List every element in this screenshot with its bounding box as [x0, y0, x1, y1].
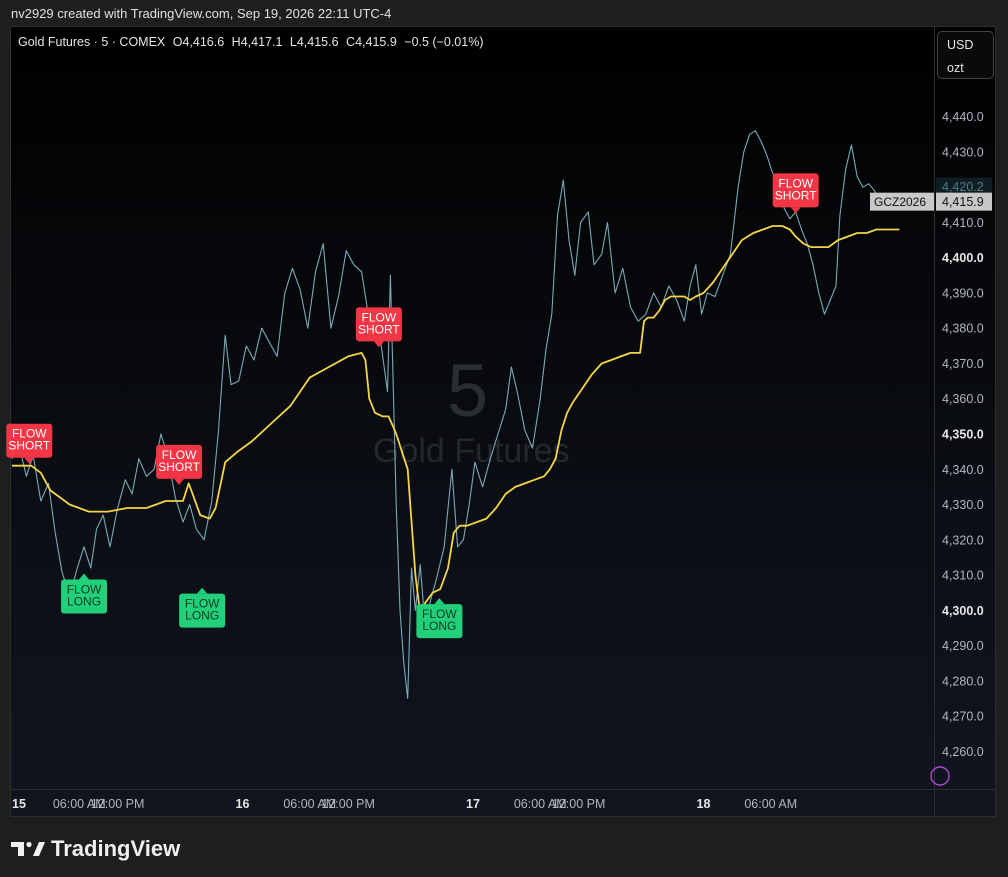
time-tick-label: 15 [12, 797, 26, 811]
flow-short-label[interactable]: FLOWSHORT [355, 307, 402, 348]
price-chart[interactable]: FLOWSHORT FLOWLONG FLOWSHORT FLOWLONG FLOWSH… [0, 0, 1008, 877]
price-axis-separator [11, 27, 995, 816]
price-tick-label: 4,380.0 [942, 322, 984, 336]
flow-short-label[interactable]: FLOWSHORT [6, 423, 53, 464]
time-tick-label: 16 [236, 797, 250, 811]
flow-short-label[interactable]: FLOWSHORT [156, 444, 203, 485]
flow-label-text: SHORT [158, 460, 200, 474]
price-tick-label: 4,440.0 [942, 110, 984, 124]
last-price-label: 4,415.9 [942, 195, 984, 209]
price-axis[interactable]: 4,440.0 4,430.0 4,410.0 4,400.0 4,390.0 4,380… [870, 110, 992, 786]
flow-label-pointer [373, 341, 384, 348]
flow-label-pointer [790, 207, 801, 214]
price-tick-label: 4,310.0 [942, 569, 984, 583]
price-tick-label: 4,290.0 [942, 639, 984, 653]
signal-annotations: FLOWSHORT FLOWLONG FLOWSHORT FLOWLONG FLOWSH… [6, 173, 819, 639]
tradingview-logo[interactable]: TradingView [11, 836, 180, 862]
price-tick-label: 4,350.0 [942, 428, 984, 442]
price-tick-label: 4,430.0 [942, 145, 984, 159]
brand-name: TradingView [51, 836, 181, 861]
price-tick-label: 4,280.0 [942, 674, 984, 688]
time-tick-label: 18 [697, 797, 711, 811]
price-tag-label: 4,420.2 [942, 180, 984, 194]
time-tick-label: 12:00 PM [91, 797, 145, 811]
price-tick-label: 4,340.0 [942, 463, 984, 477]
moving-average-line [12, 225, 900, 622]
flow-long-label[interactable]: FLOWLONG [179, 587, 226, 628]
tradingview-logo-icon [11, 841, 45, 856]
time-tick-label: 12:00 PM [552, 797, 606, 811]
price-tick-label: 4,320.0 [942, 533, 984, 547]
flow-label-pointer [24, 457, 35, 464]
flow-long-label[interactable]: FLOWLONG [416, 598, 463, 639]
price-tick-label: 4,410.0 [942, 216, 984, 230]
flow-label-text: LONG [185, 609, 219, 623]
flow-label-text: LONG [67, 595, 101, 609]
flow-label-pointer [434, 598, 445, 605]
flow-label-text: SHORT [358, 322, 400, 336]
indicator-marker-icon[interactable] [930, 766, 950, 786]
flow-label-text: SHORT [775, 188, 817, 202]
price-tick-label: 4,360.0 [942, 392, 984, 406]
symbol-tag-label: GCZ2026 [874, 195, 926, 209]
time-tick-label: 17 [466, 797, 480, 811]
flow-long-label[interactable]: FLOWLONG [61, 573, 108, 614]
time-tick-label: 12:00 PM [321, 797, 375, 811]
flow-label-text: LONG [422, 619, 456, 633]
price-tick-label: 4,330.0 [942, 498, 984, 512]
price-tick-label: 4,300.0 [942, 604, 984, 618]
price-tick-label: 4,400.0 [942, 251, 984, 265]
flow-label-pointer [174, 478, 185, 485]
flow-label-pointer [197, 587, 208, 594]
price-tick-label: 4,260.0 [942, 745, 984, 759]
time-tick-label: 06:00 AM [744, 797, 797, 811]
price-tick-label: 4,370.0 [942, 357, 984, 371]
flow-short-label[interactable]: FLOWSHORT [772, 173, 819, 214]
time-axis[interactable]: 15 06:00 AM12:00 PM 16 06:00 AM12:00 PM 17 06… [12, 797, 797, 811]
price-tick-label: 4,270.0 [942, 710, 984, 724]
flow-label-pointer [79, 573, 90, 580]
flow-label-text: SHORT [8, 439, 50, 453]
price-tick-label: 4,390.0 [942, 286, 984, 300]
